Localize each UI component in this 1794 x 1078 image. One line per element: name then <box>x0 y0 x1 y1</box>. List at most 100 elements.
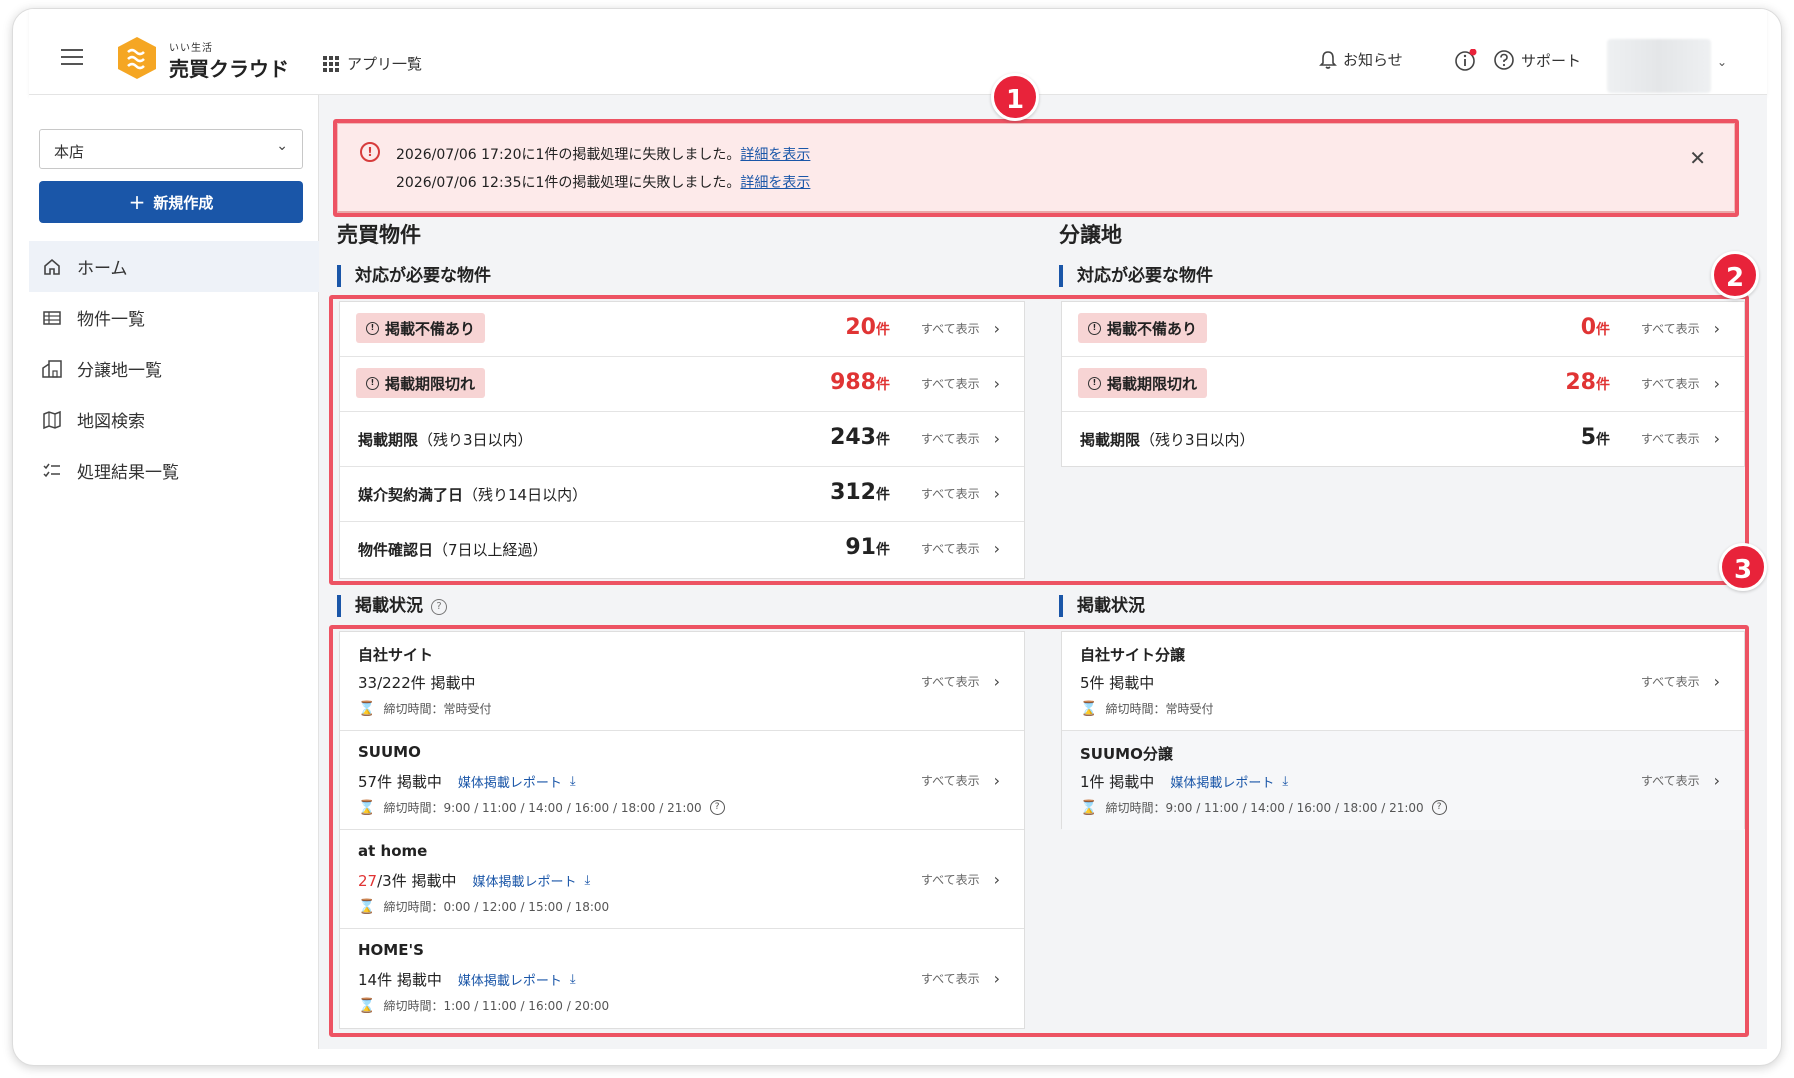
view-all-link[interactable]: すべて表示 › <box>1641 771 1720 790</box>
sidebar-item-process-results[interactable]: 処理結果一覧 <box>29 445 319 496</box>
view-all-link[interactable]: すべて表示 › <box>921 319 1000 338</box>
sidebar: 本店 ⌄ + 新規作成 ホーム 物件一覧 分譲地一覧 地図検索 処理結果一覧 <box>29 95 319 1049</box>
row-label: 掲載不備あり <box>385 319 476 338</box>
portal-row[interactable]: 自社サイト分譲 5件 掲載中 ⌛ 締切時間：常時受付 すべて表示 › <box>1062 632 1744 731</box>
callout-badge-1: 1 <box>991 73 1039 121</box>
alert-icon: ! <box>360 142 380 162</box>
action-row[interactable]: ! 掲載不備あり 0件 すべて表示 › <box>1062 302 1744 357</box>
user-menu-chevron-icon[interactable]: ⌄ <box>1717 55 1727 69</box>
bell-icon <box>1319 50 1337 69</box>
alert-message-1: 2026/07/06 17:20に1件の掲載処理に失敗しました。詳細を表示 <box>396 144 810 164</box>
row-count: 5件 <box>1580 425 1610 450</box>
action-row[interactable]: ! 掲載期限切れ 988件 すべて表示 › <box>340 357 1024 412</box>
logo-title[interactable]: 売買クラウド <box>169 53 289 82</box>
alert-detail-link[interactable]: 詳細を表示 <box>740 147 810 163</box>
portal-row[interactable]: 自社サイト 33/222件 掲載中 ⌛ 締切時間：常時受付 すべて表示 › <box>340 632 1024 731</box>
portal-row[interactable]: HOME'S 14件 掲載中 媒体掲載レポート ⤓ ⌛ 締切時間：1:00 / 11:… <box>340 929 1024 1028</box>
action-row[interactable]: 掲載期限（残り3日以内） 5件 すべて表示 › <box>1062 412 1744 467</box>
view-all-link[interactable]: すべて表示 › <box>921 672 1000 691</box>
alert-message-text: 2026/07/06 17:20に1件の掲載処理に失敗しました。 <box>396 147 741 163</box>
close-icon[interactable]: ✕ <box>1689 146 1706 170</box>
sidebar-nav: ホーム 物件一覧 分譲地一覧 地図検索 処理結果一覧 <box>29 241 319 496</box>
row-count: 243件 <box>830 425 890 450</box>
store-select[interactable]: 本店 ⌄ <box>39 129 303 169</box>
view-all-link[interactable]: すべて表示 › <box>921 539 1000 558</box>
portal-count: 33/222件 掲載中 <box>358 674 476 692</box>
apps-menu-label: アプリ一覧 <box>347 55 423 73</box>
warning-tag: ! 掲載期限切れ <box>356 368 486 398</box>
chevron-down-icon: ⌄ <box>276 138 288 154</box>
action-row[interactable]: 掲載期限（残り3日以内） 243件 すべて表示 › <box>340 412 1024 467</box>
download-icon: ⤓ <box>584 873 591 888</box>
apps-menu-link[interactable]: アプリ一覧 <box>323 53 422 74</box>
media-report-link[interactable]: 媒体掲載レポート ⤓ <box>1170 772 1288 791</box>
row-count: 28件 <box>1565 370 1610 395</box>
portal-row[interactable]: SUUMO分譲 1件 掲載中 媒体掲載レポート ⤓ ⌛ 締切時間：9:00 / 11:… <box>1062 731 1744 830</box>
action-row[interactable]: ! 掲載期限切れ 28件 すべて表示 › <box>1062 357 1744 412</box>
action-row[interactable]: 媒介契約満了日（残り14日以内） 312件 すべて表示 › <box>340 467 1024 522</box>
app-window: いい生活 売買クラウド アプリ一覧 お知らせ サポート ⌄ 本店 ⌄ + 新規作… <box>29 9 1767 1049</box>
media-report-link[interactable]: 媒体掲載レポート ⤓ <box>472 871 590 890</box>
hamburger-menu-icon[interactable] <box>61 49 83 65</box>
portal-count: 1件 掲載中 媒体掲載レポート ⤓ <box>1080 772 1289 791</box>
portal-row[interactable]: at home 27/3件 掲載中 媒体掲載レポート ⤓ ⌛ 締切時間：0:00 / … <box>340 830 1024 929</box>
view-all-link[interactable]: すべて表示 › <box>921 484 1000 503</box>
hourglass-icon: ⌛ <box>1080 700 1098 717</box>
notice-link[interactable]: お知らせ <box>1319 49 1403 70</box>
alert-detail-link[interactable]: 詳細を表示 <box>740 175 810 191</box>
view-all-link[interactable]: すべて表示 › <box>921 969 1000 988</box>
portal-count: 27/3件 掲載中 媒体掲載レポート ⤓ <box>358 871 591 890</box>
help-icon[interactable]: ? <box>431 599 447 615</box>
view-all-link[interactable]: すべて表示 › <box>1641 319 1720 338</box>
screenshot-frame: いい生活 売買クラウド アプリ一覧 お知らせ サポート ⌄ 本店 ⌄ + 新規作… <box>12 8 1782 1066</box>
view-all-link[interactable]: すべて表示 › <box>1641 672 1720 691</box>
sidebar-item-home[interactable]: ホーム <box>29 241 319 292</box>
support-label: サポート <box>1521 51 1582 70</box>
portal-count: 5件 掲載中 <box>1080 674 1155 692</box>
hourglass-icon: ⌛ <box>358 997 376 1014</box>
notice-label: お知らせ <box>1343 51 1403 69</box>
row-count: 988件 <box>830 370 890 395</box>
sidebar-item-label: 分譲地一覧 <box>77 361 162 381</box>
sidebar-item-map-search[interactable]: 地図検索 <box>29 394 319 445</box>
sales-listing-panel: 自社サイト 33/222件 掲載中 ⌛ 締切時間：常時受付 すべて表示 › SUUM… <box>339 631 1025 1029</box>
portal-deadline: ⌛ 締切時間：9:00 / 11:00 / 14:00 / 16:00 / 18:… <box>1080 799 1447 816</box>
support-link[interactable]: サポート <box>1493 49 1581 71</box>
sales-section-title: 売買物件 <box>337 223 421 247</box>
chevron-right-icon: › <box>993 374 1000 393</box>
action-row[interactable]: ! 掲載不備あり 20件 すべて表示 › <box>340 302 1024 357</box>
help-icon[interactable]: ? <box>1431 800 1447 815</box>
action-row[interactable]: 物件確認日（7日以上経過） 91件 すべて表示 › <box>340 522 1024 577</box>
logo-icon <box>118 37 156 79</box>
home-icon <box>41 256 63 278</box>
view-all-link[interactable]: すべて表示 › <box>1641 429 1720 448</box>
sidebar-item-lot-list[interactable]: 分譲地一覧 <box>29 343 319 394</box>
media-report-link[interactable]: 媒体掲載レポート ⤓ <box>458 772 576 791</box>
portal-row[interactable]: SUUMO 57件 掲載中 媒体掲載レポート ⤓ ⌛ 締切時間：9:00 / 11:0… <box>340 731 1024 830</box>
chevron-right-icon: › <box>1713 771 1720 790</box>
download-icon: ⤓ <box>569 774 576 789</box>
view-all-link[interactable]: すべて表示 › <box>921 870 1000 889</box>
sidebar-item-property-list[interactable]: 物件一覧 <box>29 292 319 343</box>
lots-listing-panel: 自社サイト分譲 5件 掲載中 ⌛ 締切時間：常時受付 すべて表示 › SUUMO分譲… <box>1061 631 1745 830</box>
view-all-link[interactable]: すべて表示 › <box>921 429 1000 448</box>
portal-name: SUUMO分譲 <box>1080 745 1173 763</box>
help-icon[interactable]: ? <box>709 800 725 815</box>
view-all-link[interactable]: すべて表示 › <box>921 374 1000 393</box>
alert-message-text: 2026/07/06 12:35に1件の掲載処理に失敗しました。 <box>396 175 741 191</box>
download-icon: ⤓ <box>569 972 576 987</box>
info-icon <box>1455 49 1477 71</box>
portal-name: at home <box>358 842 428 860</box>
new-create-button[interactable]: + 新規作成 <box>39 181 303 223</box>
lots-action-panel: ! 掲載不備あり 0件 すべて表示 › ! 掲載期限切れ 28件 すべて表示 › 掲載期… <box>1061 301 1745 467</box>
info-button[interactable] <box>1453 49 1477 73</box>
warning-tag: ! 掲載不備あり <box>1078 313 1208 343</box>
media-report-link[interactable]: 媒体掲載レポート ⤓ <box>458 970 576 989</box>
view-all-link[interactable]: すべて表示 › <box>1641 374 1720 393</box>
view-all-link[interactable]: すべて表示 › <box>921 771 1000 790</box>
top-header: いい生活 売買クラウド アプリ一覧 お知らせ サポート ⌄ <box>29 9 1767 95</box>
user-avatar[interactable] <box>1607 39 1711 93</box>
new-create-label: 新規作成 <box>153 193 214 212</box>
portal-deadline: ⌛ 締切時間：常時受付 <box>1080 700 1214 717</box>
sidebar-item-label: 地図検索 <box>77 412 145 432</box>
